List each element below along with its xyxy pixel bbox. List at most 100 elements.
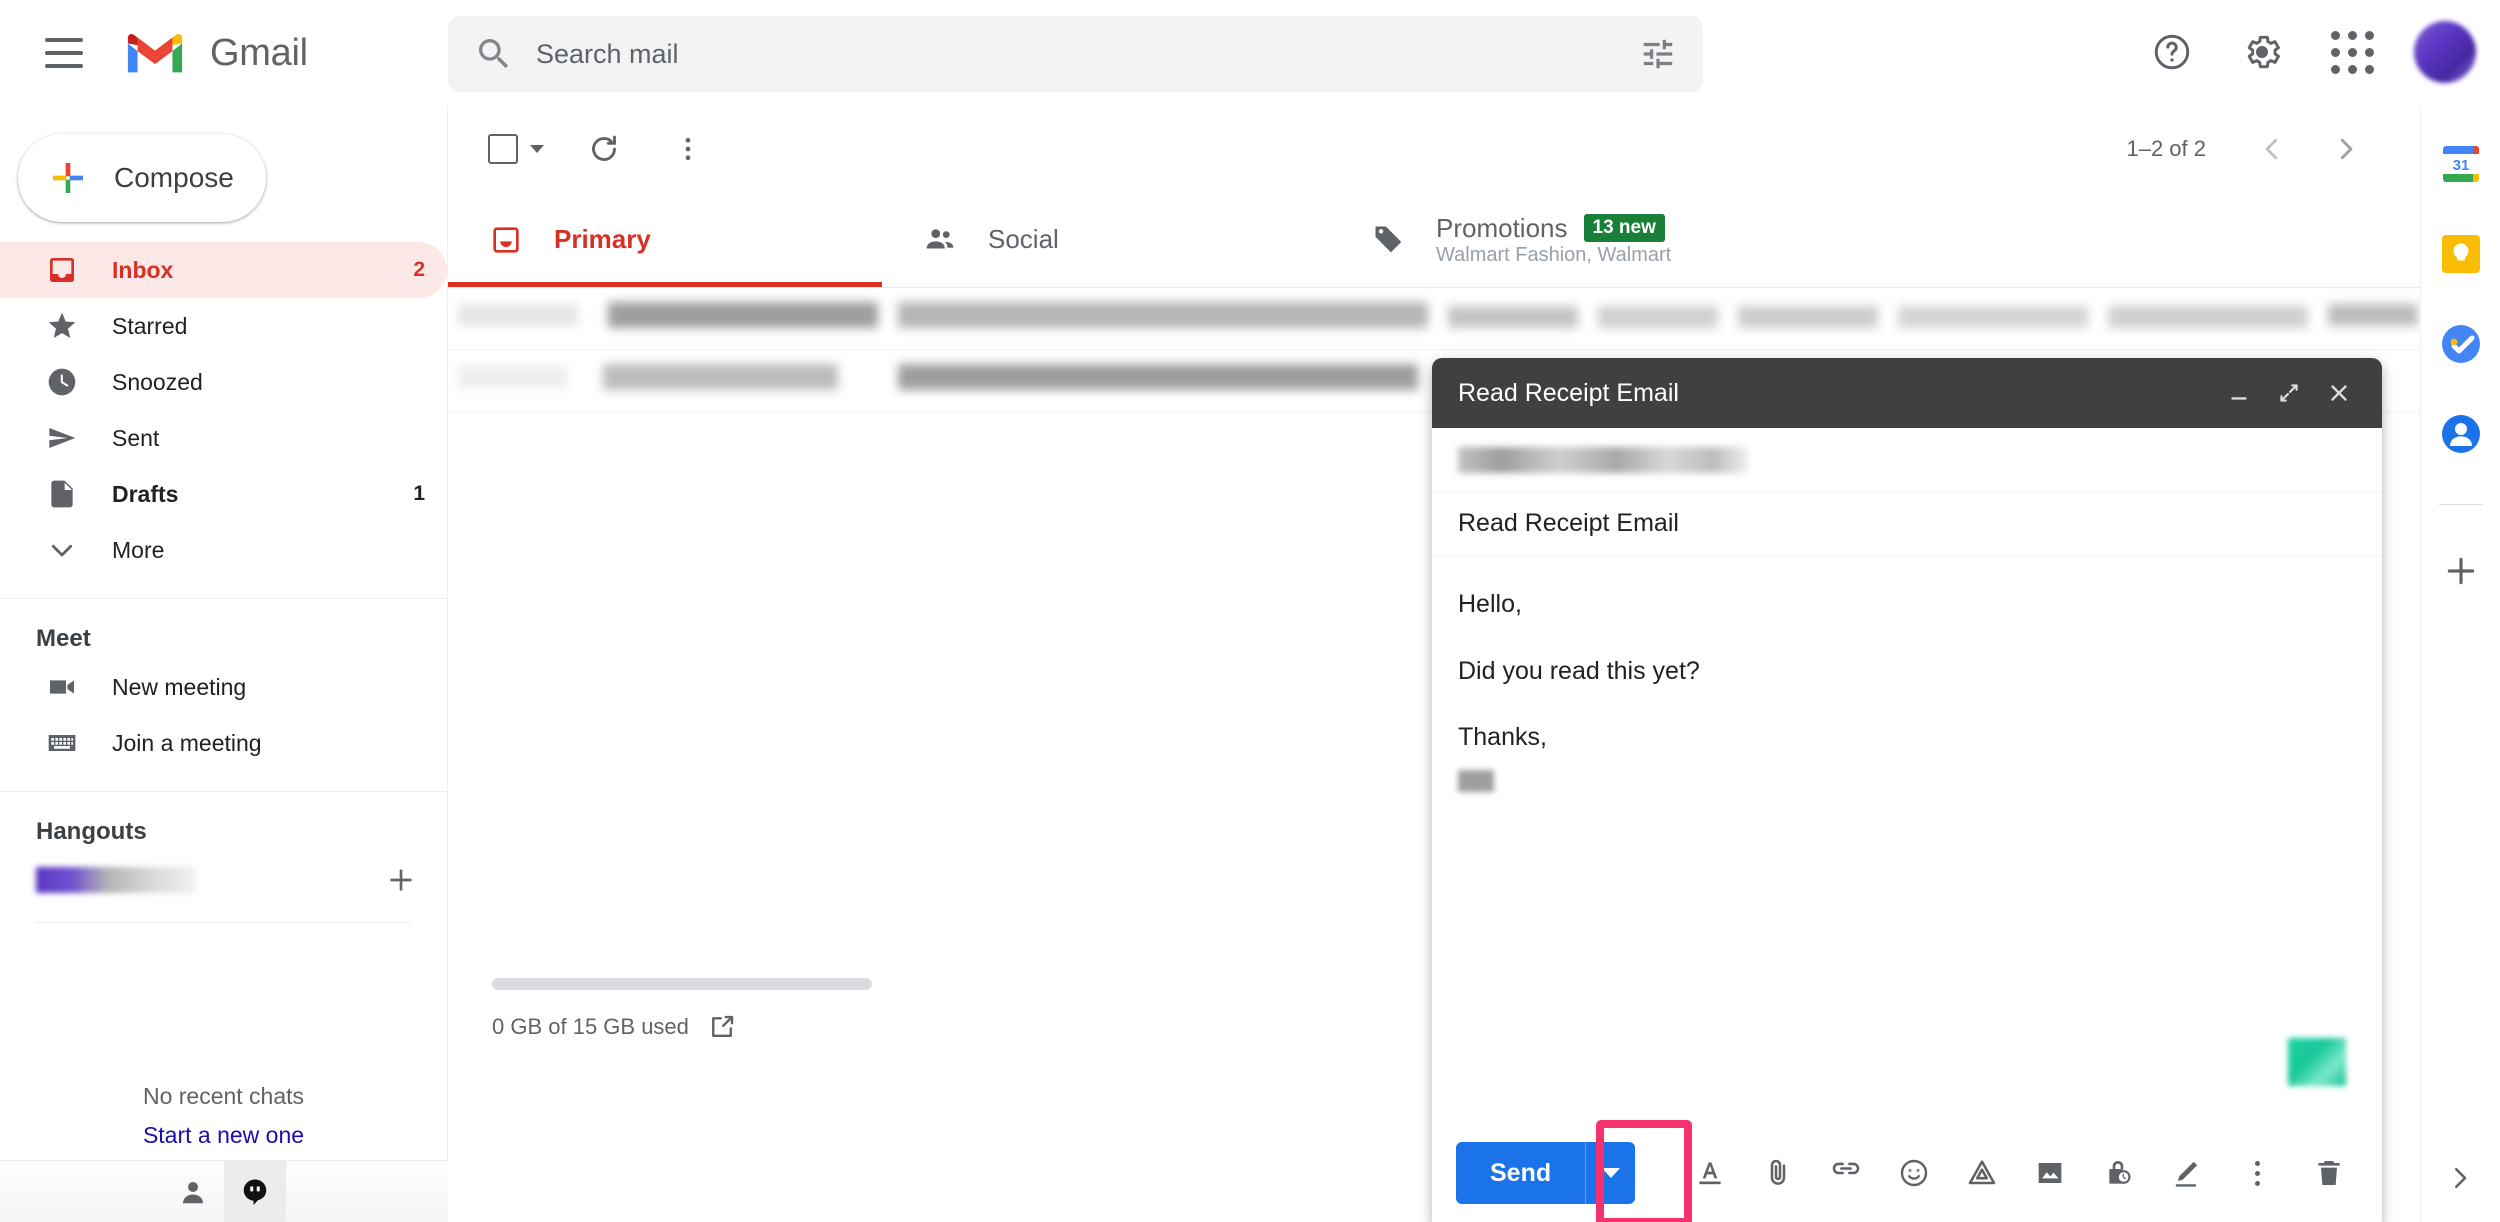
chevron-right-icon[interactable] <box>2438 1156 2482 1200</box>
insert-photo-icon[interactable] <box>2021 1144 2079 1202</box>
select-all-control[interactable] <box>478 124 554 174</box>
sidebar-item-starred[interactable]: Starred <box>0 298 447 354</box>
search-icon <box>479 39 509 69</box>
external-link-icon[interactable] <box>707 1012 737 1042</box>
tab-label: Primary <box>554 224 651 254</box>
refresh-icon[interactable] <box>570 115 638 183</box>
google-tasks-icon[interactable] <box>2437 320 2485 368</box>
sidebar-item-sent[interactable]: Sent <box>0 410 447 466</box>
more-vertical-icon[interactable] <box>2228 1144 2286 1202</box>
person-icon[interactable] <box>162 1161 224 1222</box>
sidebar: Compose Inbox 2 Starred Snoozed Sent Dra… <box>0 106 448 1222</box>
sidebar-item-label: Sent <box>112 424 160 451</box>
search-bar[interactable] <box>448 16 1703 92</box>
storage-text: 0 GB of 15 GB used <box>492 1014 689 1039</box>
message-body[interactable]: Hello, Did you read this yet? Thanks, <box>1432 556 2382 1124</box>
chevron-right-icon[interactable] <box>2312 115 2380 183</box>
compose-button[interactable]: Compose <box>18 134 266 222</box>
sidebar-item-label: Snoozed <box>112 368 203 395</box>
sidebar-item-snoozed[interactable]: Snoozed <box>0 354 447 410</box>
sidebar-item-label: New meeting <box>112 673 247 700</box>
tab-label-row: Promotions 13 new <box>1436 213 1671 244</box>
insert-drive-icon[interactable] <box>1953 1144 2011 1202</box>
sidebar-item-label: Starred <box>112 312 188 339</box>
compose-right-actions <box>2228 1144 2358 1202</box>
chevron-down-icon[interactable] <box>530 145 544 153</box>
subject-value: Read Receipt Email <box>1458 509 1679 537</box>
google-keep-icon[interactable] <box>2437 230 2485 278</box>
send-options-dropdown[interactable] <box>1585 1142 1636 1204</box>
insert-link-icon[interactable] <box>1817 1144 1875 1202</box>
gmail-brand: Gmail <box>124 29 308 77</box>
svg-text:31: 31 <box>2452 157 2469 174</box>
divider <box>2438 504 2483 505</box>
keyboard-icon <box>42 727 82 759</box>
tab-primary[interactable]: Primary <box>448 192 882 287</box>
nav-list: Inbox 2 Starred Snoozed Sent Drafts 1 Mo… <box>0 242 447 578</box>
side-apps-rail: 31 <box>2420 106 2500 1222</box>
search-input[interactable] <box>514 38 1639 70</box>
tab-promotions[interactable]: Promotions 13 new Walmart Fashion, Walma… <box>1330 192 1890 287</box>
plus-icon[interactable] <box>2441 551 2481 596</box>
recipient-value <box>1458 446 1748 473</box>
avatar[interactable] <box>2414 21 2476 83</box>
send-button[interactable]: Send <box>1456 1142 1586 1204</box>
sidebar-item-drafts[interactable]: Drafts 1 <box>0 466 447 522</box>
inline-image-thumbnail <box>2288 1038 2346 1086</box>
brand-name: Gmail <box>210 31 308 74</box>
body-line: Thanks, <box>1458 723 1547 751</box>
chevron-down-icon <box>1601 1168 1620 1178</box>
sidebar-item-join-meeting[interactable]: Join a meeting <box>0 715 447 771</box>
sidebar-item-inbox[interactable]: Inbox 2 <box>0 242 447 298</box>
more-vertical-icon[interactable] <box>654 115 722 183</box>
google-contacts-icon[interactable] <box>2437 410 2485 458</box>
hangouts-section-title: Hangouts <box>36 818 147 845</box>
active-tab-underline <box>448 282 882 287</box>
expand-icon[interactable] <box>2264 368 2314 418</box>
sidebar-item-count: 2 <box>413 258 425 281</box>
close-icon[interactable] <box>2314 368 2364 418</box>
insert-signature-icon[interactable] <box>2157 1144 2215 1202</box>
sidebar-item-new-meeting[interactable]: New meeting <box>0 659 447 715</box>
help-icon[interactable] <box>2134 14 2210 90</box>
tab-label: Social <box>988 224 1059 254</box>
hamburger-menu-icon[interactable] <box>26 15 102 91</box>
pagination: 1–2 of 2 <box>2126 115 2420 183</box>
recipients-field[interactable] <box>1432 428 2382 492</box>
body-line: Hello, <box>1458 590 1522 618</box>
plus-icon <box>53 163 83 193</box>
insert-emoji-icon[interactable] <box>1885 1144 1943 1202</box>
compose-toolbar: Send <box>1432 1120 2382 1222</box>
sidebar-item-more[interactable]: More <box>0 522 447 578</box>
inbox-icon <box>42 254 82 286</box>
checkbox-icon[interactable] <box>488 134 518 164</box>
hangouts-icon[interactable] <box>224 1160 286 1222</box>
gear-icon[interactable] <box>2224 14 2300 90</box>
apps-grid-icon[interactable] <box>2314 14 2390 90</box>
google-calendar-icon[interactable]: 31 <box>2437 140 2485 188</box>
minimize-icon[interactable] <box>2214 368 2264 418</box>
meet-section-title: Meet <box>36 625 91 652</box>
top-bar: Gmail <box>0 0 2500 106</box>
compose-title: Read Receipt Email <box>1458 378 1679 407</box>
confidential-mode-icon[interactable] <box>2089 1144 2147 1202</box>
start-new-chat-link[interactable]: Start a new one <box>0 1122 447 1149</box>
compose-header[interactable]: Read Receipt Email <box>1432 358 2382 428</box>
compose-window: Read Receipt Email Read Receipt Email He… <box>1432 358 2382 1222</box>
people-icon <box>918 223 962 257</box>
star-icon <box>42 310 82 342</box>
format-text-icon[interactable] <box>1681 1144 1739 1202</box>
chat-bottom-bar <box>0 1160 448 1222</box>
subject-field[interactable]: Read Receipt Email <box>1432 492 2382 556</box>
hangouts-account-row[interactable] <box>0 852 447 908</box>
tab-text: Primary <box>554 224 651 255</box>
table-row[interactable] <box>448 288 2420 350</box>
chevron-down-icon <box>42 535 82 565</box>
plus-icon[interactable] <box>383 862 419 898</box>
trash-icon[interactable] <box>2300 1144 2358 1202</box>
tab-social[interactable]: Social <box>882 192 1330 287</box>
send-group: Send <box>1456 1120 1692 1222</box>
chevron-left-icon[interactable] <box>2238 115 2306 183</box>
tune-options-icon[interactable] <box>1639 35 1677 73</box>
attach-file-icon[interactable] <box>1749 1144 1807 1202</box>
